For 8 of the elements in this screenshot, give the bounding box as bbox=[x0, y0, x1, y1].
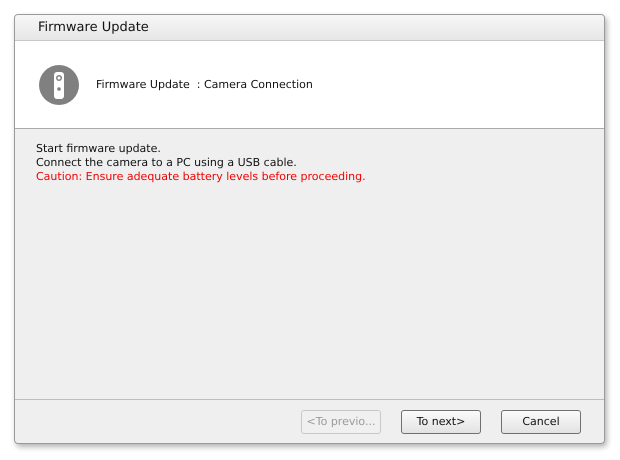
dialog-button[interactable]: Cancel bbox=[501, 410, 581, 434]
header-title: Firmware Update : Camera Connection bbox=[96, 78, 313, 91]
dialog-button[interactable]: To next> bbox=[401, 410, 481, 434]
window-title: Firmware Update bbox=[38, 20, 149, 35]
camera-icon bbox=[39, 64, 79, 104]
message-text: Start firmware update. bbox=[36, 142, 162, 156]
message-text: Caution: Ensure adequate battery levels before proceeding. bbox=[36, 170, 367, 184]
message-text: Connect the camera to a PC using a USB cable. bbox=[36, 156, 298, 170]
